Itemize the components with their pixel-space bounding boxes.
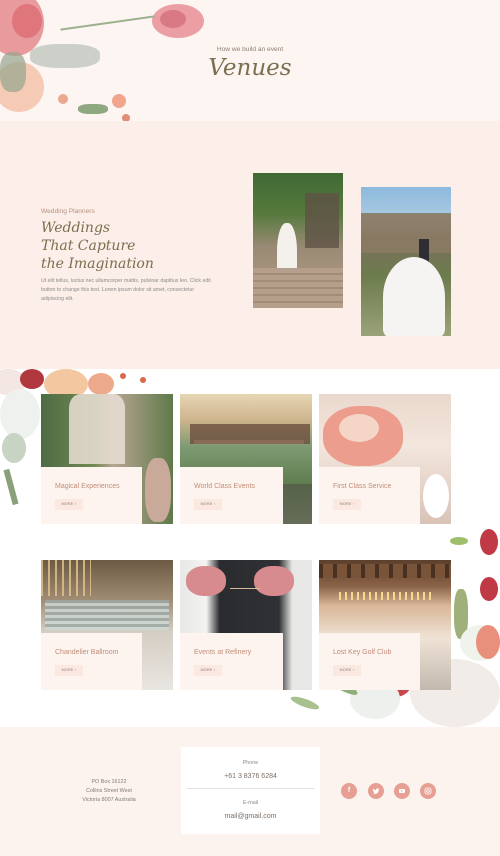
youtube-icon[interactable] <box>394 783 410 799</box>
contact-card: Phone +61 3 8376 6284 E-mail mail@gmail.… <box>181 747 320 834</box>
planners-section: Wedding Planners Weddings That Capture t… <box>0 121 500 369</box>
address-line: Victoria 8007 Australia <box>82 796 136 803</box>
hero-section: How we build an event Venues <box>0 0 500 122</box>
email-label: E-mail <box>242 800 259 806</box>
hero-subtitle: How we build an event <box>216 46 284 53</box>
service-title: Chandelier Ballroom <box>55 649 119 656</box>
more-button[interactable]: MORE › <box>333 499 361 510</box>
service-card: World Class Events MORE › <box>180 467 283 524</box>
page-title: Venues <box>208 55 292 81</box>
couple-castle-photo <box>361 187 451 336</box>
bride-stairs-photo <box>253 173 343 308</box>
footer: PO Box 16122 Collins Street West Victori… <box>0 727 500 856</box>
more-button[interactable]: MORE › <box>333 665 361 676</box>
address-line: Collins Street West <box>86 787 132 794</box>
service-card: Lost Key Golf Club MORE › <box>319 633 420 690</box>
service-title: Lost Key Golf Club <box>333 649 392 656</box>
divider <box>187 788 314 789</box>
more-button[interactable]: MORE › <box>194 665 222 676</box>
address-line: PO Box 16122 <box>91 779 127 785</box>
facebook-icon[interactable]: f <box>341 783 357 799</box>
instagram-icon[interactable] <box>420 783 436 799</box>
service-title: World Class Events <box>194 483 255 490</box>
more-button[interactable]: MORE › <box>55 665 83 676</box>
services-section: Magical Experiences MORE › World Class E… <box>0 369 500 727</box>
email-value[interactable]: mail@gmail.com <box>181 813 320 820</box>
phone-value[interactable]: +61 3 8376 6284 <box>181 773 320 780</box>
phone-label: Phone <box>242 760 259 766</box>
more-button[interactable]: MORE › <box>55 499 83 510</box>
service-card: Magical Experiences MORE › <box>41 467 142 524</box>
service-title: Events at Refinery <box>194 649 252 656</box>
twitter-icon[interactable] <box>368 783 384 799</box>
planners-body: Ut elit tellus, luctus nec ullamcorper m… <box>41 278 211 302</box>
service-card: First Class Service MORE › <box>319 467 420 524</box>
heading-line: Weddings <box>41 220 111 236</box>
service-card: Events at Refinery MORE › <box>180 633 283 690</box>
heading-line: That Capture <box>41 238 136 254</box>
planners-eyebrow: Wedding Planners <box>41 208 95 215</box>
service-card: Chandelier Ballroom MORE › <box>41 633 142 690</box>
service-title: Magical Experiences <box>55 483 120 490</box>
service-title: First Class Service <box>333 483 392 490</box>
heading-line: the Imagination <box>41 256 154 272</box>
planners-heading: Weddings That Capture the Imagination <box>41 219 154 273</box>
address-block: PO Box 16122 Collins Street West Victori… <box>70 778 148 804</box>
more-button[interactable]: MORE › <box>194 499 222 510</box>
